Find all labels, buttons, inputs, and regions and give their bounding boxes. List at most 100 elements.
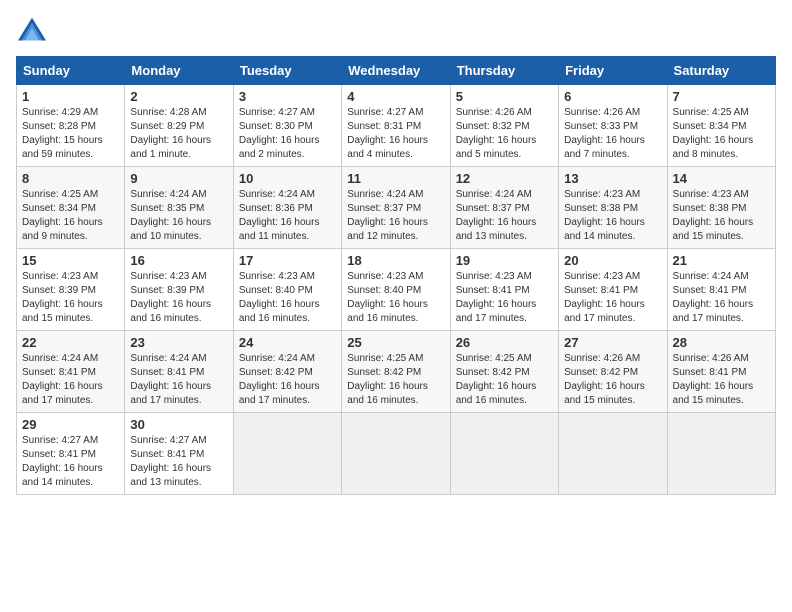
calendar-cell: 29 Sunrise: 4:27 AM Sunset: 8:41 PM Dayl… — [17, 413, 125, 495]
sunrise-label: Sunrise: 4:26 AM — [564, 353, 640, 364]
day-info: Sunrise: 4:29 AM Sunset: 8:28 PM Dayligh… — [22, 106, 119, 162]
calendar-cell: 13 Sunrise: 4:23 AM Sunset: 8:38 PM Dayl… — [559, 167, 667, 249]
sunrise-label: Sunrise: 4:24 AM — [673, 271, 749, 282]
daylight-label: Daylight: 16 hours and 15 minutes. — [564, 381, 645, 406]
day-info: Sunrise: 4:23 AM Sunset: 8:39 PM Dayligh… — [130, 270, 227, 326]
sunrise-label: Sunrise: 4:25 AM — [456, 353, 532, 364]
day-info: Sunrise: 4:23 AM Sunset: 8:39 PM Dayligh… — [22, 270, 119, 326]
day-number: 4 — [347, 89, 444, 104]
sunrise-label: Sunrise: 4:23 AM — [347, 271, 423, 282]
day-number: 28 — [673, 335, 770, 350]
calendar-cell: 17 Sunrise: 4:23 AM Sunset: 8:40 PM Dayl… — [233, 249, 341, 331]
daylight-label: Daylight: 16 hours and 2 minutes. — [239, 135, 320, 160]
day-info: Sunrise: 4:26 AM Sunset: 8:33 PM Dayligh… — [564, 106, 661, 162]
daylight-label: Daylight: 16 hours and 14 minutes. — [564, 217, 645, 242]
calendar-cell: 28 Sunrise: 4:26 AM Sunset: 8:41 PM Dayl… — [667, 331, 775, 413]
day-info: Sunrise: 4:26 AM Sunset: 8:32 PM Dayligh… — [456, 106, 553, 162]
calendar-cell: 22 Sunrise: 4:24 AM Sunset: 8:41 PM Dayl… — [17, 331, 125, 413]
calendar-cell: 21 Sunrise: 4:24 AM Sunset: 8:41 PM Dayl… — [667, 249, 775, 331]
sunrise-label: Sunrise: 4:28 AM — [130, 107, 206, 118]
sunset-label: Sunset: 8:38 PM — [564, 203, 638, 214]
day-info: Sunrise: 4:26 AM Sunset: 8:42 PM Dayligh… — [564, 352, 661, 408]
sunset-label: Sunset: 8:37 PM — [347, 203, 421, 214]
calendar-cell: 25 Sunrise: 4:25 AM Sunset: 8:42 PM Dayl… — [342, 331, 450, 413]
sunset-label: Sunset: 8:41 PM — [22, 367, 96, 378]
daylight-label: Daylight: 16 hours and 17 minutes. — [564, 299, 645, 324]
day-number: 23 — [130, 335, 227, 350]
sunset-label: Sunset: 8:39 PM — [22, 285, 96, 296]
daylight-label: Daylight: 16 hours and 9 minutes. — [22, 217, 103, 242]
weekday-header: Tuesday — [233, 57, 341, 85]
sunset-label: Sunset: 8:41 PM — [673, 285, 747, 296]
daylight-label: Daylight: 16 hours and 13 minutes. — [130, 463, 211, 488]
daylight-label: Daylight: 15 hours and 59 minutes. — [22, 135, 103, 160]
sunset-label: Sunset: 8:34 PM — [22, 203, 96, 214]
sunset-label: Sunset: 8:42 PM — [347, 367, 421, 378]
day-info: Sunrise: 4:27 AM Sunset: 8:41 PM Dayligh… — [130, 434, 227, 490]
day-number: 20 — [564, 253, 661, 268]
weekday-header: Wednesday — [342, 57, 450, 85]
day-number: 18 — [347, 253, 444, 268]
sunset-label: Sunset: 8:32 PM — [456, 121, 530, 132]
day-info: Sunrise: 4:25 AM Sunset: 8:34 PM Dayligh… — [22, 188, 119, 244]
day-info: Sunrise: 4:27 AM Sunset: 8:31 PM Dayligh… — [347, 106, 444, 162]
sunrise-label: Sunrise: 4:24 AM — [22, 353, 98, 364]
calendar-cell: 11 Sunrise: 4:24 AM Sunset: 8:37 PM Dayl… — [342, 167, 450, 249]
calendar-cell: 3 Sunrise: 4:27 AM Sunset: 8:30 PM Dayli… — [233, 85, 341, 167]
day-info: Sunrise: 4:23 AM Sunset: 8:38 PM Dayligh… — [673, 188, 770, 244]
sunrise-label: Sunrise: 4:25 AM — [22, 189, 98, 200]
calendar-header-row: SundayMondayTuesdayWednesdayThursdayFrid… — [17, 57, 776, 85]
calendar-cell: 30 Sunrise: 4:27 AM Sunset: 8:41 PM Dayl… — [125, 413, 233, 495]
sunset-label: Sunset: 8:40 PM — [239, 285, 313, 296]
daylight-label: Daylight: 16 hours and 17 minutes. — [22, 381, 103, 406]
day-info: Sunrise: 4:27 AM Sunset: 8:41 PM Dayligh… — [22, 434, 119, 490]
day-number: 22 — [22, 335, 119, 350]
sunset-label: Sunset: 8:39 PM — [130, 285, 204, 296]
day-number: 9 — [130, 171, 227, 186]
calendar-cell: 2 Sunrise: 4:28 AM Sunset: 8:29 PM Dayli… — [125, 85, 233, 167]
day-info: Sunrise: 4:25 AM Sunset: 8:34 PM Dayligh… — [673, 106, 770, 162]
daylight-label: Daylight: 16 hours and 14 minutes. — [22, 463, 103, 488]
sunrise-label: Sunrise: 4:24 AM — [130, 189, 206, 200]
sunrise-label: Sunrise: 4:24 AM — [239, 189, 315, 200]
sunrise-label: Sunrise: 4:25 AM — [673, 107, 749, 118]
calendar-cell: 5 Sunrise: 4:26 AM Sunset: 8:32 PM Dayli… — [450, 85, 558, 167]
daylight-label: Daylight: 16 hours and 8 minutes. — [673, 135, 754, 160]
logo — [16, 16, 52, 44]
calendar-cell: 1 Sunrise: 4:29 AM Sunset: 8:28 PM Dayli… — [17, 85, 125, 167]
sunset-label: Sunset: 8:34 PM — [673, 121, 747, 132]
day-info: Sunrise: 4:24 AM Sunset: 8:41 PM Dayligh… — [130, 352, 227, 408]
daylight-label: Daylight: 16 hours and 15 minutes. — [22, 299, 103, 324]
day-info: Sunrise: 4:24 AM Sunset: 8:41 PM Dayligh… — [673, 270, 770, 326]
day-number: 19 — [456, 253, 553, 268]
sunrise-label: Sunrise: 4:26 AM — [456, 107, 532, 118]
day-info: Sunrise: 4:23 AM Sunset: 8:38 PM Dayligh… — [564, 188, 661, 244]
sunset-label: Sunset: 8:41 PM — [130, 367, 204, 378]
calendar-week-row: 22 Sunrise: 4:24 AM Sunset: 8:41 PM Dayl… — [17, 331, 776, 413]
calendar-cell: 26 Sunrise: 4:25 AM Sunset: 8:42 PM Dayl… — [450, 331, 558, 413]
day-number: 12 — [456, 171, 553, 186]
sunrise-label: Sunrise: 4:25 AM — [347, 353, 423, 364]
daylight-label: Daylight: 16 hours and 16 minutes. — [347, 299, 428, 324]
day-number: 14 — [673, 171, 770, 186]
calendar-cell: 7 Sunrise: 4:25 AM Sunset: 8:34 PM Dayli… — [667, 85, 775, 167]
daylight-label: Daylight: 16 hours and 5 minutes. — [456, 135, 537, 160]
day-info: Sunrise: 4:25 AM Sunset: 8:42 PM Dayligh… — [347, 352, 444, 408]
sunrise-label: Sunrise: 4:23 AM — [673, 189, 749, 200]
calendar-cell: 18 Sunrise: 4:23 AM Sunset: 8:40 PM Dayl… — [342, 249, 450, 331]
sunset-label: Sunset: 8:41 PM — [456, 285, 530, 296]
sunrise-label: Sunrise: 4:24 AM — [130, 353, 206, 364]
day-number: 26 — [456, 335, 553, 350]
day-number: 24 — [239, 335, 336, 350]
calendar-cell — [667, 413, 775, 495]
sunrise-label: Sunrise: 4:23 AM — [564, 189, 640, 200]
calendar-table: SundayMondayTuesdayWednesdayThursdayFrid… — [16, 56, 776, 495]
day-number: 10 — [239, 171, 336, 186]
day-number: 2 — [130, 89, 227, 104]
calendar-cell: 10 Sunrise: 4:24 AM Sunset: 8:36 PM Dayl… — [233, 167, 341, 249]
calendar-cell: 9 Sunrise: 4:24 AM Sunset: 8:35 PM Dayli… — [125, 167, 233, 249]
daylight-label: Daylight: 16 hours and 7 minutes. — [564, 135, 645, 160]
calendar-cell: 24 Sunrise: 4:24 AM Sunset: 8:42 PM Dayl… — [233, 331, 341, 413]
weekday-header: Friday — [559, 57, 667, 85]
calendar-cell — [450, 413, 558, 495]
